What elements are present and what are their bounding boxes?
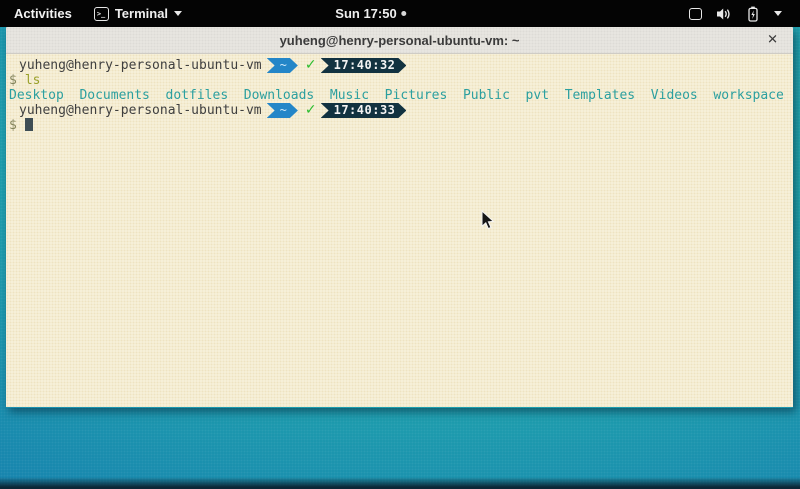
top-bar-left: Activities >_ Terminal bbox=[0, 0, 190, 27]
battery-charging-icon bbox=[746, 6, 760, 22]
volume-icon bbox=[716, 7, 732, 21]
check-icon: ✓ bbox=[305, 58, 317, 73]
command-line: $ ls bbox=[9, 73, 793, 88]
clock-button[interactable]: Sun 17:50 bbox=[335, 0, 406, 27]
shell-prompt-symbol: $ bbox=[9, 73, 17, 88]
terminal-icon: >_ bbox=[94, 7, 109, 21]
window-titlebar[interactable]: yuheng@henry-personal-ubuntu-vm: ~ ✕ bbox=[6, 27, 793, 54]
clock-label: Sun 17:50 bbox=[335, 6, 396, 21]
prompt-path-segment: ~ bbox=[267, 58, 298, 73]
typed-command: ls bbox=[25, 73, 41, 88]
close-button[interactable]: ✕ bbox=[765, 32, 780, 49]
prompt-time-segment: 17:40:33 bbox=[321, 103, 407, 118]
prompt-line-2: yuheng@henry-personal-ubuntu-vm ~ ✓ 17:4… bbox=[9, 103, 793, 118]
prompt-line-1: yuheng@henry-personal-ubuntu-vm ~ ✓ 17:4… bbox=[9, 58, 793, 73]
terminal-content[interactable]: yuheng@henry-personal-ubuntu-vm ~ ✓ 17:4… bbox=[6, 54, 793, 407]
app-menu-terminal[interactable]: >_ Terminal bbox=[86, 0, 190, 27]
prompt-path-segment: ~ bbox=[267, 103, 298, 118]
prompt-user-host: yuheng@henry-personal-ubuntu-vm bbox=[19, 58, 262, 73]
chevron-down-icon bbox=[174, 11, 182, 16]
display-icon bbox=[689, 8, 702, 20]
shell-prompt-symbol: $ bbox=[9, 118, 17, 133]
prompt-time-segment: 17:40:32 bbox=[321, 58, 407, 73]
notification-dot-icon bbox=[402, 11, 407, 16]
system-tray[interactable] bbox=[671, 0, 800, 27]
activities-button[interactable]: Activities bbox=[0, 0, 86, 27]
terminal-cursor bbox=[25, 118, 33, 131]
ls-output-line: Desktop Documents dotfiles Downloads Mus… bbox=[9, 88, 793, 103]
input-line: $ bbox=[9, 118, 793, 133]
check-icon: ✓ bbox=[305, 103, 317, 118]
terminal-window: yuheng@henry-personal-ubuntu-vm: ~ ✕ yuh… bbox=[6, 27, 793, 408]
chevron-down-icon bbox=[774, 11, 782, 16]
app-menu-label: Terminal bbox=[115, 6, 168, 21]
desktop-background: Activities >_ Terminal Sun 17:50 bbox=[0, 0, 800, 489]
prompt-user-host: yuheng@henry-personal-ubuntu-vm bbox=[19, 103, 262, 118]
top-bar: Activities >_ Terminal Sun 17:50 bbox=[0, 0, 800, 27]
window-title: yuheng@henry-personal-ubuntu-vm: ~ bbox=[280, 33, 520, 48]
